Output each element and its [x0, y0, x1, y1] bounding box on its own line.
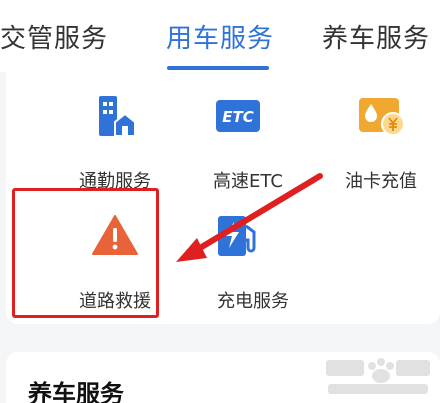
car-maintenance-card: 养车服务 [6, 352, 440, 403]
tab-traffic-services[interactable]: 交管服务 [0, 18, 108, 55]
etc-icon: ETC [216, 100, 260, 132]
screen: 交管服务 用车服务 养车服务 通勤服务 ETC 高速ETC 油卡充值 道路救援 … [0, 0, 440, 403]
commute-building-icon [99, 96, 136, 137]
tab-bar: 交管服务 用车服务 养车服务 [0, 0, 440, 72]
service-label: 充电服务 [217, 291, 289, 312]
tab-vehicle-services[interactable]: 用车服务 [166, 18, 274, 55]
service-label: 高速ETC [213, 171, 283, 192]
section-title: 养车服务 [28, 380, 124, 403]
tab-car-maintenance[interactable]: 养车服务 [322, 18, 430, 55]
fuel-card-icon [359, 98, 405, 136]
etc-icon-text: ETC [222, 108, 254, 126]
active-tab-indicator [167, 66, 269, 70]
service-label: 油卡充值 [345, 171, 417, 192]
highlight-box [12, 188, 159, 318]
charging-station-icon [218, 216, 256, 256]
